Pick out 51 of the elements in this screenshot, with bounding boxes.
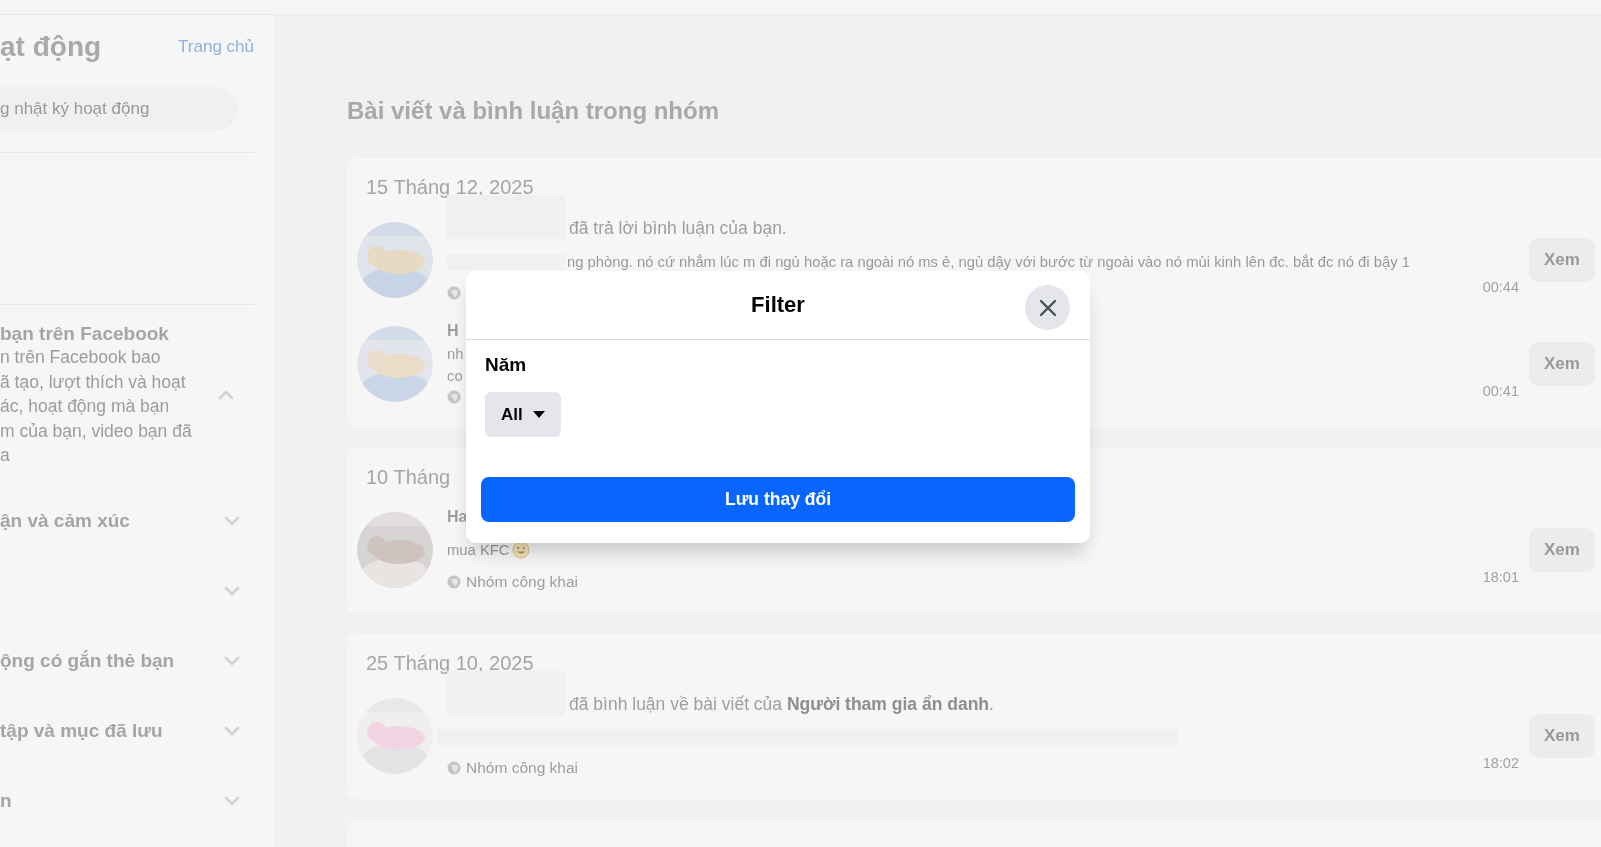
section-title: n	[0, 789, 12, 812]
timestamp: 18:01	[1482, 569, 1519, 585]
section-description: n trên Facebook bao	[0, 346, 162, 369]
view-button[interactable]: Xem	[1529, 238, 1595, 282]
sidebar-title: ạt động	[0, 31, 102, 63]
dialog-title: Filter	[751, 292, 805, 318]
view-button[interactable]: Xem	[1529, 342, 1595, 386]
comment-excerpt: ng phòng. nó cứ nhắm lúc m đi ngủ hoặc ra ngoài nó ms ẻ, ngủ dậy với bước từ ngoài vào nó mùi kinh lên đc. bắt đc nó đi bậy 1	[567, 254, 1410, 270]
close-icon	[1037, 297, 1058, 318]
sidebar-item[interactable]: ận và cảm xúc	[0, 485, 274, 556]
date-heading: 10 Tháng	[365, 466, 452, 489]
sidebar-item[interactable]: bạn trên Facebook n trên Facebook bao ã tạo, lượt thích và hoạt ác, hoạt động mà bạn m của bạn, video bạn đã a	[0, 305, 274, 486]
search-field[interactable]: g nhật ký hoạt động	[0, 87, 238, 131]
save-button[interactable]: Lưu thay đổi	[481, 477, 1075, 522]
date-heading: 25 Tháng 10, 2025	[365, 652, 535, 675]
sidebar-item[interactable]: n	[0, 765, 274, 836]
caret-icon	[532, 410, 545, 419]
section-description: a	[0, 444, 11, 467]
timestamp: 00:44	[1482, 279, 1519, 295]
audience-label: Nhóm công khai	[466, 759, 578, 777]
section-title: ận và cảm xúc	[0, 509, 130, 532]
author-name[interactable]: H	[447, 321, 459, 341]
timestamp: 00:41	[1482, 383, 1519, 399]
globe-icon	[447, 286, 461, 300]
timestamp: 18:02	[1482, 755, 1519, 771]
view-button[interactable]: Xem	[1529, 528, 1595, 572]
section-description: ác, hoạt động mà bạn	[0, 395, 171, 418]
activity-summary: đã bình luận về bài viết của Người tham gia ẩn danh.	[569, 694, 994, 714]
section-description: ã tạo, lượt thích và hoạt	[0, 370, 187, 394]
section-title: bạn trên Facebook	[0, 323, 170, 345]
author-name[interactable]: Ha	[447, 507, 468, 527]
comment-excerpt: mua KFC	[447, 542, 510, 558]
activity-summary: đã trả lời bình luận của bạn.	[569, 218, 787, 238]
globe-icon	[447, 390, 461, 404]
sidebar-item[interactable]: ộng có gắn thẻ bạn	[0, 625, 274, 696]
view-button[interactable]: Xem	[1529, 714, 1595, 758]
section-description: m của bạn, video bạn đã	[0, 419, 192, 443]
page-heading: Bài viết và bình luận trong nhóm	[347, 97, 721, 125]
home-link[interactable]: Trang chủ	[178, 37, 254, 57]
section-title: tập và mục đã lưu	[0, 719, 163, 742]
text-fragment: nh	[447, 346, 464, 363]
year-dropdown[interactable]: All	[485, 392, 561, 437]
audience-label: Nhóm công khai	[466, 573, 578, 591]
year-label: Năm	[485, 354, 527, 376]
section-title: ộng có gắn thẻ bạn	[0, 649, 175, 672]
globe-icon	[447, 761, 461, 775]
sidebar-item[interactable]: tập và mục đã lưu	[0, 695, 274, 766]
globe-icon	[447, 575, 461, 589]
text-fragment: co	[447, 367, 463, 384]
date-heading: 15 Tháng 12, 2025	[365, 176, 535, 199]
close-button[interactable]	[1025, 285, 1070, 330]
